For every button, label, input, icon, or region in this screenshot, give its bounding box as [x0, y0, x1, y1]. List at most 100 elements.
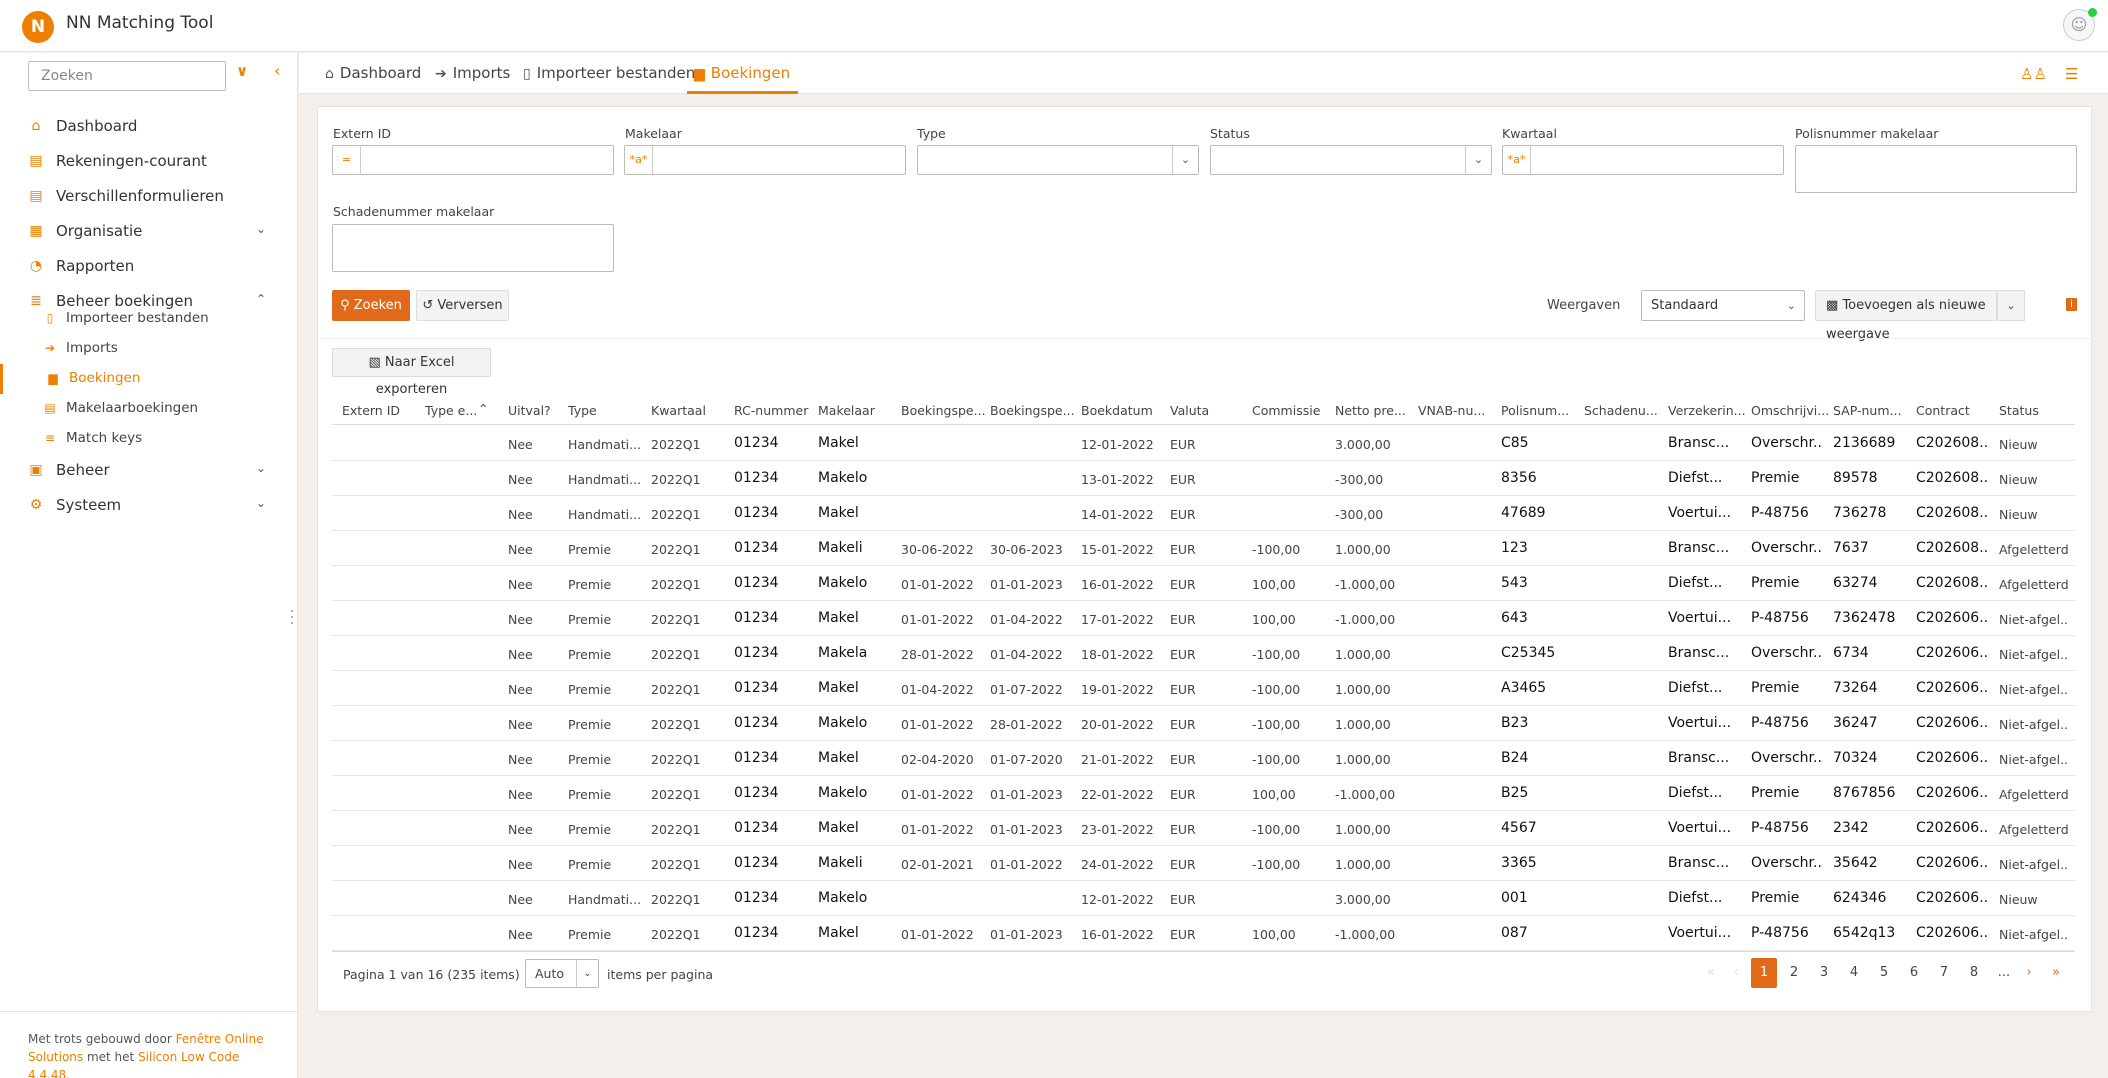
page-button[interactable]: 3: [1811, 958, 1837, 988]
table-row[interactable]: Nee Premie 2022Q1 01234 Makel 01-01-2022 01-04…: [332, 601, 2075, 636]
next-page-icon[interactable]: ›: [2016, 958, 2042, 988]
table-row[interactable]: Nee Premie 2022Q1 01234 Makela 28-01-2022 01-0…: [332, 636, 2075, 671]
search-button[interactable]: ⚲ Zoeken: [332, 290, 410, 321]
column-header[interactable]: Verzekerin...: [1668, 403, 1746, 418]
last-page-icon[interactable]: »: [2043, 958, 2069, 988]
table-row[interactable]: Nee Premie 2022Q1 01234 Makelo 01-01-2022 01-0…: [332, 566, 2075, 601]
sidebar-item-rekeningen-courant[interactable]: ▤ Rekeningen-courant: [0, 144, 297, 179]
operator-prefix[interactable]: *a*: [1503, 146, 1531, 174]
info-icon[interactable]: i: [2066, 298, 2077, 311]
column-header[interactable]: Schadenu...: [1584, 403, 1662, 418]
table-row[interactable]: Nee Premie 2022Q1 01234 Makel 02-04-2020 01-07…: [332, 741, 2075, 776]
extern-id-field[interactable]: =: [332, 145, 614, 175]
sidebar-subitem-makelaarboekingen[interactable]: ▤ Makelaarboekingen: [0, 394, 297, 424]
page-size-select[interactable]: Auto ⌄: [525, 959, 599, 988]
column-header[interactable]: SAP-num...: [1833, 403, 1911, 418]
table-row[interactable]: Nee Premie 2022Q1 01234 Makel 01-01-2022 01-01…: [332, 916, 2075, 951]
add-view-button[interactable]: ▩ Toevoegen als nieuwe weergave: [1815, 290, 1997, 342]
refresh-button[interactable]: ↺ Verversen: [416, 290, 509, 321]
sidebar-item-dashboard[interactable]: ⌂ Dashboard: [0, 109, 297, 144]
table-cell: 89578: [1833, 470, 1878, 486]
status-select[interactable]: ⌄: [1210, 145, 1492, 175]
page-button[interactable]: 5: [1871, 958, 1897, 988]
sidebar-search-input[interactable]: [28, 61, 226, 91]
column-header[interactable]: VNAB-nu...: [1418, 403, 1496, 418]
table-row[interactable]: Nee Handmati... 2022Q1 01234 Makel 12-01-2022…: [332, 426, 2075, 461]
tab-dashboard[interactable]: ⌂ Dashboard: [325, 53, 421, 94]
page-button[interactable]: ...: [1991, 958, 2017, 988]
page-button[interactable]: 8: [1961, 958, 1987, 988]
column-header[interactable]: Type: [568, 403, 646, 418]
tab-importeer-bestanden[interactable]: ▯ Importeer bestanden: [523, 53, 695, 94]
column-header[interactable]: Omschrijvi...: [1751, 403, 1829, 418]
sidebar-item-verschillenformulieren[interactable]: ▤ Verschillenformulieren: [0, 179, 297, 214]
sort-ascending-icon[interactable]: ⌃: [478, 401, 488, 416]
column-header[interactable]: Netto pre...: [1335, 403, 1413, 418]
column-header[interactable]: Extern ID: [342, 403, 420, 418]
table-cell: B23: [1501, 715, 1529, 731]
column-header[interactable]: Boekingspe...: [990, 403, 1075, 418]
table-row[interactable]: Nee Premie 2022Q1 01234 Makeli 02-01-2021 01-0…: [332, 846, 2075, 881]
table-cell: 02-01-2021: [901, 857, 974, 872]
column-header[interactable]: Status: [1999, 403, 2069, 418]
views-select[interactable]: Standaard ⌄: [1641, 290, 1805, 321]
column-header[interactable]: Contract: [1916, 403, 1994, 418]
column-header[interactable]: Uitval?: [508, 403, 563, 418]
sidebar-subitem-label: Match keys: [66, 430, 143, 446]
first-page-icon[interactable]: «: [1698, 958, 1724, 988]
export-excel-button[interactable]: ▧ Naar Excel exporteren: [332, 348, 491, 397]
collapse-sidebar-icon[interactable]: ‹: [274, 61, 280, 80]
table-row[interactable]: Nee Premie 2022Q1 01234 Makel 01-04-2022 01-07…: [332, 671, 2075, 706]
column-header[interactable]: Valuta: [1170, 403, 1247, 418]
column-header[interactable]: Makelaar: [818, 403, 896, 418]
page-button[interactable]: 1: [1751, 958, 1777, 988]
page-button[interactable]: 4: [1841, 958, 1867, 988]
page-button[interactable]: 2: [1781, 958, 1807, 988]
sidebar-item-organisatie[interactable]: ▦ Organisatie ⌄: [0, 214, 297, 249]
prev-page-icon[interactable]: ‹: [1723, 958, 1749, 988]
tab-boekingen[interactable]: ▆ Boekingen: [687, 53, 799, 94]
sidebar-item-beheer[interactable]: ▣ Beheer ⌄: [0, 453, 297, 488]
sidebar-subitem-boekingen[interactable]: ▆ Boekingen: [0, 364, 297, 394]
polisnummer-makelaar-textarea[interactable]: [1795, 145, 2077, 193]
column-header[interactable]: Polisnum...: [1501, 403, 1579, 418]
table-row[interactable]: Nee Premie 2022Q1 01234 Makelo 01-01-2022 01-0…: [332, 776, 2075, 811]
makelaar-field[interactable]: *a*: [624, 145, 906, 175]
table-row[interactable]: Nee Handmati... 2022Q1 01234 Makelo 12-01-202…: [332, 881, 2075, 916]
column-header[interactable]: RC-nummer: [734, 403, 812, 418]
table-cell: Handmati...: [568, 507, 642, 522]
operator-prefix[interactable]: *a*: [625, 146, 653, 174]
table-row[interactable]: Nee Handmati... 2022Q1 01234 Makelo 13-01-202…: [332, 461, 2075, 496]
column-header[interactable]: Kwartaal: [651, 403, 729, 418]
schadenummer-makelaar-textarea[interactable]: [332, 224, 614, 272]
column-header[interactable]: Commissie: [1252, 403, 1330, 418]
table-row[interactable]: Nee Premie 2022Q1 01234 Makeli 30-06-2022 30-0…: [332, 531, 2075, 566]
table-cell: 01234: [734, 575, 779, 591]
sidebar-subitem-importeer-bestanden[interactable]: ▯ Importeer bestanden: [0, 304, 297, 334]
kwartaal-field[interactable]: *a*: [1502, 145, 1784, 175]
settings-sliders-icon[interactable]: ☰: [2065, 65, 2078, 83]
page-button[interactable]: 6: [1901, 958, 1927, 988]
sidebar-subitem-label: Imports: [66, 340, 118, 356]
table-row[interactable]: Nee Premie 2022Q1 01234 Makelo 01-01-2022 28-0…: [332, 706, 2075, 741]
column-header[interactable]: Boekingspe...: [901, 403, 985, 418]
users-icon[interactable]: ♙♙: [2020, 65, 2047, 83]
table-cell: Makeli: [818, 855, 863, 871]
page-button[interactable]: 7: [1931, 958, 1957, 988]
table-cell: 736278: [1833, 505, 1887, 521]
sidebar-subitem-match-keys[interactable]: ≡ Match keys: [0, 424, 297, 454]
tab-imports[interactable]: ➔ Imports: [435, 53, 510, 94]
sidebar-subitem-imports[interactable]: ➔ Imports: [0, 334, 297, 364]
add-view-dropdown[interactable]: ⌄: [1997, 290, 2025, 321]
column-header[interactable]: Type e...: [425, 403, 485, 418]
sidebar-item-systeem[interactable]: ⚙ Systeem ⌄: [0, 488, 297, 523]
operator-prefix[interactable]: =: [333, 146, 361, 174]
type-select[interactable]: ⌄: [917, 145, 1199, 175]
table-row[interactable]: Nee Handmati... 2022Q1 01234 Makel 14-01-2022…: [332, 496, 2075, 531]
column-header[interactable]: Boekdatum: [1081, 403, 1165, 418]
sidebar-item-rapporten[interactable]: ◔ Rapporten: [0, 249, 297, 284]
sidebar-resize-handle[interactable]: · · ·: [288, 605, 296, 631]
table-row[interactable]: Nee Premie 2022Q1 01234 Makel 01-01-2022 01-01…: [332, 811, 2075, 846]
expand-all-icon[interactable]: ∨: [236, 62, 248, 80]
table-cell: Premie: [1751, 785, 1800, 801]
